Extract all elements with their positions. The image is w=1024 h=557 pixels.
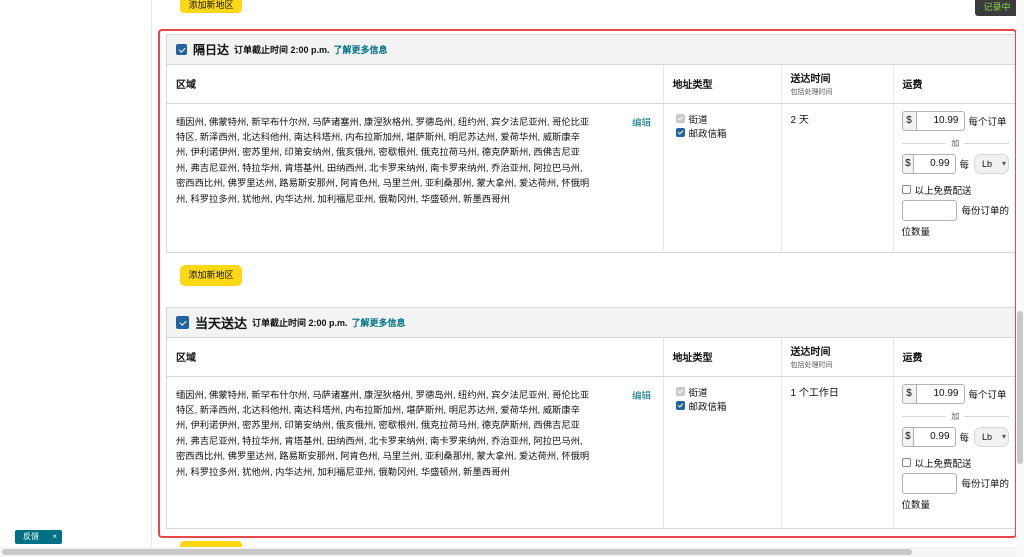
left-gutter — [0, 0, 152, 557]
feedback-button[interactable]: 反馈 × — [15, 530, 62, 544]
horizontal-scrollbar-thumb[interactable] — [2, 549, 912, 555]
recording-badge: 记录中 — [975, 0, 1019, 16]
highlight-frame — [158, 29, 1017, 538]
vertical-scrollbar-thumb[interactable] — [1017, 311, 1023, 464]
top-add-region-button[interactable]: 添加新地区 — [180, 0, 242, 13]
vertical-scrollbar-track[interactable] — [1016, 0, 1024, 557]
left-divider — [151, 0, 152, 557]
close-icon[interactable]: × — [52, 530, 57, 544]
feedback-label: 反馈 — [23, 532, 39, 541]
